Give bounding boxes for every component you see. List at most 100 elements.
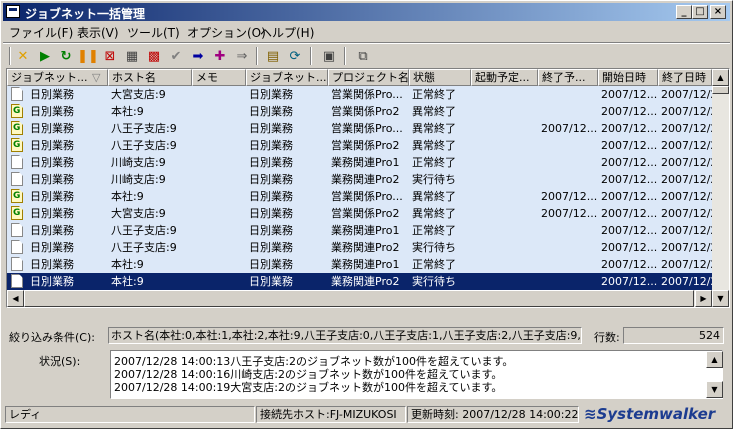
cell-end: 2007/12/2 bbox=[661, 88, 712, 101]
jobnet-table[interactable]: ジョブネット... ▽ ホスト名 メモ ジョブネット... プロジェクト名 状態 … bbox=[6, 68, 730, 308]
hold-icon[interactable]: ▦ bbox=[122, 46, 142, 66]
document-icon bbox=[11, 240, 23, 254]
column-header-host[interactable]: ホスト名 bbox=[108, 69, 192, 86]
filter-condition-field[interactable]: ホスト名(本社:0,本社:1,本社:2,本社:9,八王子支店:0,八王子支店:1… bbox=[108, 327, 582, 344]
release-hold-icon[interactable]: ▩ bbox=[144, 46, 164, 66]
cell-status: 実行待ち bbox=[412, 275, 456, 288]
cell-start: 2007/12... bbox=[601, 207, 658, 220]
column-header-scheduled[interactable]: 起動予定... bbox=[471, 69, 538, 86]
cell-jobnet-name: 日別業務 bbox=[249, 241, 293, 254]
cell-host: 川崎支店:9 bbox=[111, 156, 166, 169]
cell-start: 2007/12... bbox=[601, 122, 658, 135]
maximize-button[interactable]: □ bbox=[692, 5, 708, 19]
copy-icon[interactable]: ⧉ bbox=[353, 46, 373, 66]
cell-jobnet-name: 日別業務 bbox=[249, 173, 293, 186]
scroll-right-button[interactable]: ▶ bbox=[695, 290, 712, 307]
column-header-end-plan[interactable]: 終了予... bbox=[538, 69, 598, 86]
log-line: 2007/12/28 14:00:19大宮支店:2のジョブネット数が100件を超… bbox=[114, 381, 503, 394]
cell-jobnet: 日別業務 bbox=[30, 190, 74, 203]
table-row[interactable]: 日別業務 本社:9 日別業務 業務関連Pro2 実行待ち 2007/12... 2007/1… bbox=[7, 273, 712, 290]
status-log[interactable]: 2007/12/28 14:00:13八王子支店:2のジョブネット数が100件を… bbox=[110, 350, 723, 399]
scroll-left-button[interactable]: ◀ bbox=[7, 290, 24, 307]
table-row[interactable]: 日別業務 八王子支店:9 日別業務 営業関係Pro2 異常終了 2007/12... 200… bbox=[7, 137, 712, 154]
column-header-end[interactable]: 終了日時 bbox=[658, 69, 712, 86]
pause-icon[interactable]: ❚❚ bbox=[77, 46, 99, 66]
cell-memo bbox=[192, 205, 246, 222]
cell-scheduled bbox=[471, 256, 538, 273]
cell-host: 川崎支店:9 bbox=[111, 173, 166, 186]
column-header-jobnet-name[interactable]: ジョブネット... bbox=[246, 69, 328, 86]
revoke-icon[interactable]: ✚ bbox=[210, 46, 230, 66]
table-row[interactable]: 日別業務 八王子支店:9 日別業務 業務関連Pro1 正常終了 2007/12... 200… bbox=[7, 222, 712, 239]
cell-end-plan: 2007/12... bbox=[541, 207, 598, 220]
document-icon bbox=[11, 257, 23, 271]
table-row[interactable]: 日別業務 八王子支店:9 日別業務 営業関係Pro... 異常終了 2007/12... 2… bbox=[7, 120, 712, 137]
cell-status: 異常終了 bbox=[412, 105, 456, 118]
cell-memo bbox=[192, 103, 246, 120]
cell-jobnet: 日別業務 bbox=[30, 275, 74, 288]
scroll-thumb[interactable] bbox=[712, 86, 729, 94]
table-row[interactable]: 日別業務 川崎支店:9 日別業務 業務関連Pro1 正常終了 2007/12... 2007… bbox=[7, 154, 712, 171]
forward-icon[interactable]: ⇒ bbox=[232, 46, 252, 66]
confirm-icon[interactable]: ✔ bbox=[166, 46, 186, 66]
refresh-icon[interactable]: ⟳ bbox=[285, 46, 305, 66]
table-row[interactable]: 日別業務 本社:9 日別業務 業務関連Pro1 正常終了 2007/12... 2007/1… bbox=[7, 256, 712, 273]
restart-icon[interactable]: ↻ bbox=[56, 46, 76, 66]
cancel-icon[interactable]: ✕ bbox=[13, 46, 33, 66]
scroll-up-button[interactable]: ▲ bbox=[712, 69, 729, 86]
cell-project: 業務関連Pro2 bbox=[331, 173, 400, 186]
log-scroll-up-button[interactable]: ▲ bbox=[706, 351, 723, 368]
column-header-status[interactable]: 状態 bbox=[409, 69, 471, 86]
cell-jobnet: 日別業務 bbox=[30, 173, 74, 186]
column-header-jobnet[interactable]: ジョブネット... ▽ bbox=[7, 69, 108, 86]
cell-end: 2007/12/2 bbox=[661, 156, 712, 169]
status-updated-time: 更新時刻: 2007/12/28 14:00:22 bbox=[407, 406, 579, 423]
filter-icon[interactable]: ▣ bbox=[319, 46, 339, 66]
menu-tools[interactable]: ツール(T) bbox=[127, 24, 180, 41]
cell-host: 本社:9 bbox=[111, 190, 144, 203]
vertical-scrollbar[interactable]: ▲ ▼ bbox=[712, 69, 729, 307]
log-scroll-down-button[interactable]: ▼ bbox=[706, 381, 723, 398]
cell-status: 実行待ち bbox=[412, 173, 456, 186]
status-connected-host: 接続先ホスト:FJ-MIZUKOSI bbox=[256, 406, 406, 423]
gear-document-icon bbox=[11, 104, 23, 118]
table-row[interactable]: 日別業務 本社:9 日別業務 営業関係Pro2 異常終了 2007/12... 2007/1… bbox=[7, 103, 712, 120]
table-row[interactable]: 日別業務 大宮支店:9 日別業務 営業関係Pro2 異常終了 2007/12... 2007… bbox=[7, 205, 712, 222]
cell-host: 八王子支店:9 bbox=[111, 139, 177, 152]
disable-icon[interactable]: ⊠ bbox=[100, 46, 120, 66]
scroll-thumb-horizontal[interactable] bbox=[24, 290, 694, 307]
table-row[interactable]: 日別業務 本社:9 日別業務 営業関係Pro... 異常終了 2007/12... 2007… bbox=[7, 188, 712, 205]
table-row[interactable]: 日別業務 八王子支店:9 日別業務 業務関連Pro2 実行待ち 2007/12... 200… bbox=[7, 239, 712, 256]
column-header-project[interactable]: プロジェクト名 bbox=[328, 69, 409, 86]
cell-end-plan bbox=[538, 171, 598, 188]
menu-help[interactable]: ヘルプ(H) bbox=[260, 24, 314, 41]
export-icon[interactable]: ➡ bbox=[188, 46, 208, 66]
cell-end-plan bbox=[538, 222, 598, 239]
properties-icon[interactable]: ▤ bbox=[263, 46, 283, 66]
scroll-down-button[interactable]: ▼ bbox=[712, 290, 729, 307]
cell-host: 八王子支店:9 bbox=[111, 241, 177, 254]
table-row[interactable]: 日別業務 大宮支店:9 日別業務 営業関係Pro... 正常終了 2007/12... 20… bbox=[7, 86, 712, 103]
menu-options[interactable]: オプション(O) bbox=[187, 24, 266, 41]
column-header-memo[interactable]: メモ bbox=[192, 69, 246, 86]
cell-start: 2007/12... bbox=[601, 173, 658, 186]
column-header-start[interactable]: 開始日時 bbox=[598, 69, 658, 86]
cell-end: 2007/12/2 bbox=[661, 139, 712, 152]
minimize-button[interactable]: _ bbox=[676, 5, 692, 19]
menu-file[interactable]: ファイル(F) bbox=[9, 24, 73, 41]
cell-status: 異常終了 bbox=[412, 190, 456, 203]
close-button[interactable]: × bbox=[710, 5, 726, 19]
cell-end-plan: 2007/12... bbox=[541, 122, 598, 135]
title-bar[interactable]: ジョブネット一括管理 _ □ × bbox=[3, 3, 730, 21]
start-icon[interactable]: ▶ bbox=[35, 46, 55, 66]
toolbar-separator bbox=[344, 47, 346, 65]
app-icon bbox=[6, 5, 20, 18]
window-title: ジョブネット一括管理 bbox=[25, 7, 146, 21]
table-row[interactable]: 日別業務 川崎支店:9 日別業務 業務関連Pro2 実行待ち 2007/12... 2007… bbox=[7, 171, 712, 188]
cell-end: 2007/12/2 bbox=[661, 173, 712, 186]
menu-view[interactable]: 表示(V) bbox=[77, 24, 119, 41]
cell-memo bbox=[192, 120, 246, 137]
cell-start: 2007/12... bbox=[601, 241, 658, 254]
cell-start: 2007/12... bbox=[601, 88, 658, 101]
horizontal-scrollbar[interactable]: ◀ ▶ bbox=[7, 290, 712, 307]
